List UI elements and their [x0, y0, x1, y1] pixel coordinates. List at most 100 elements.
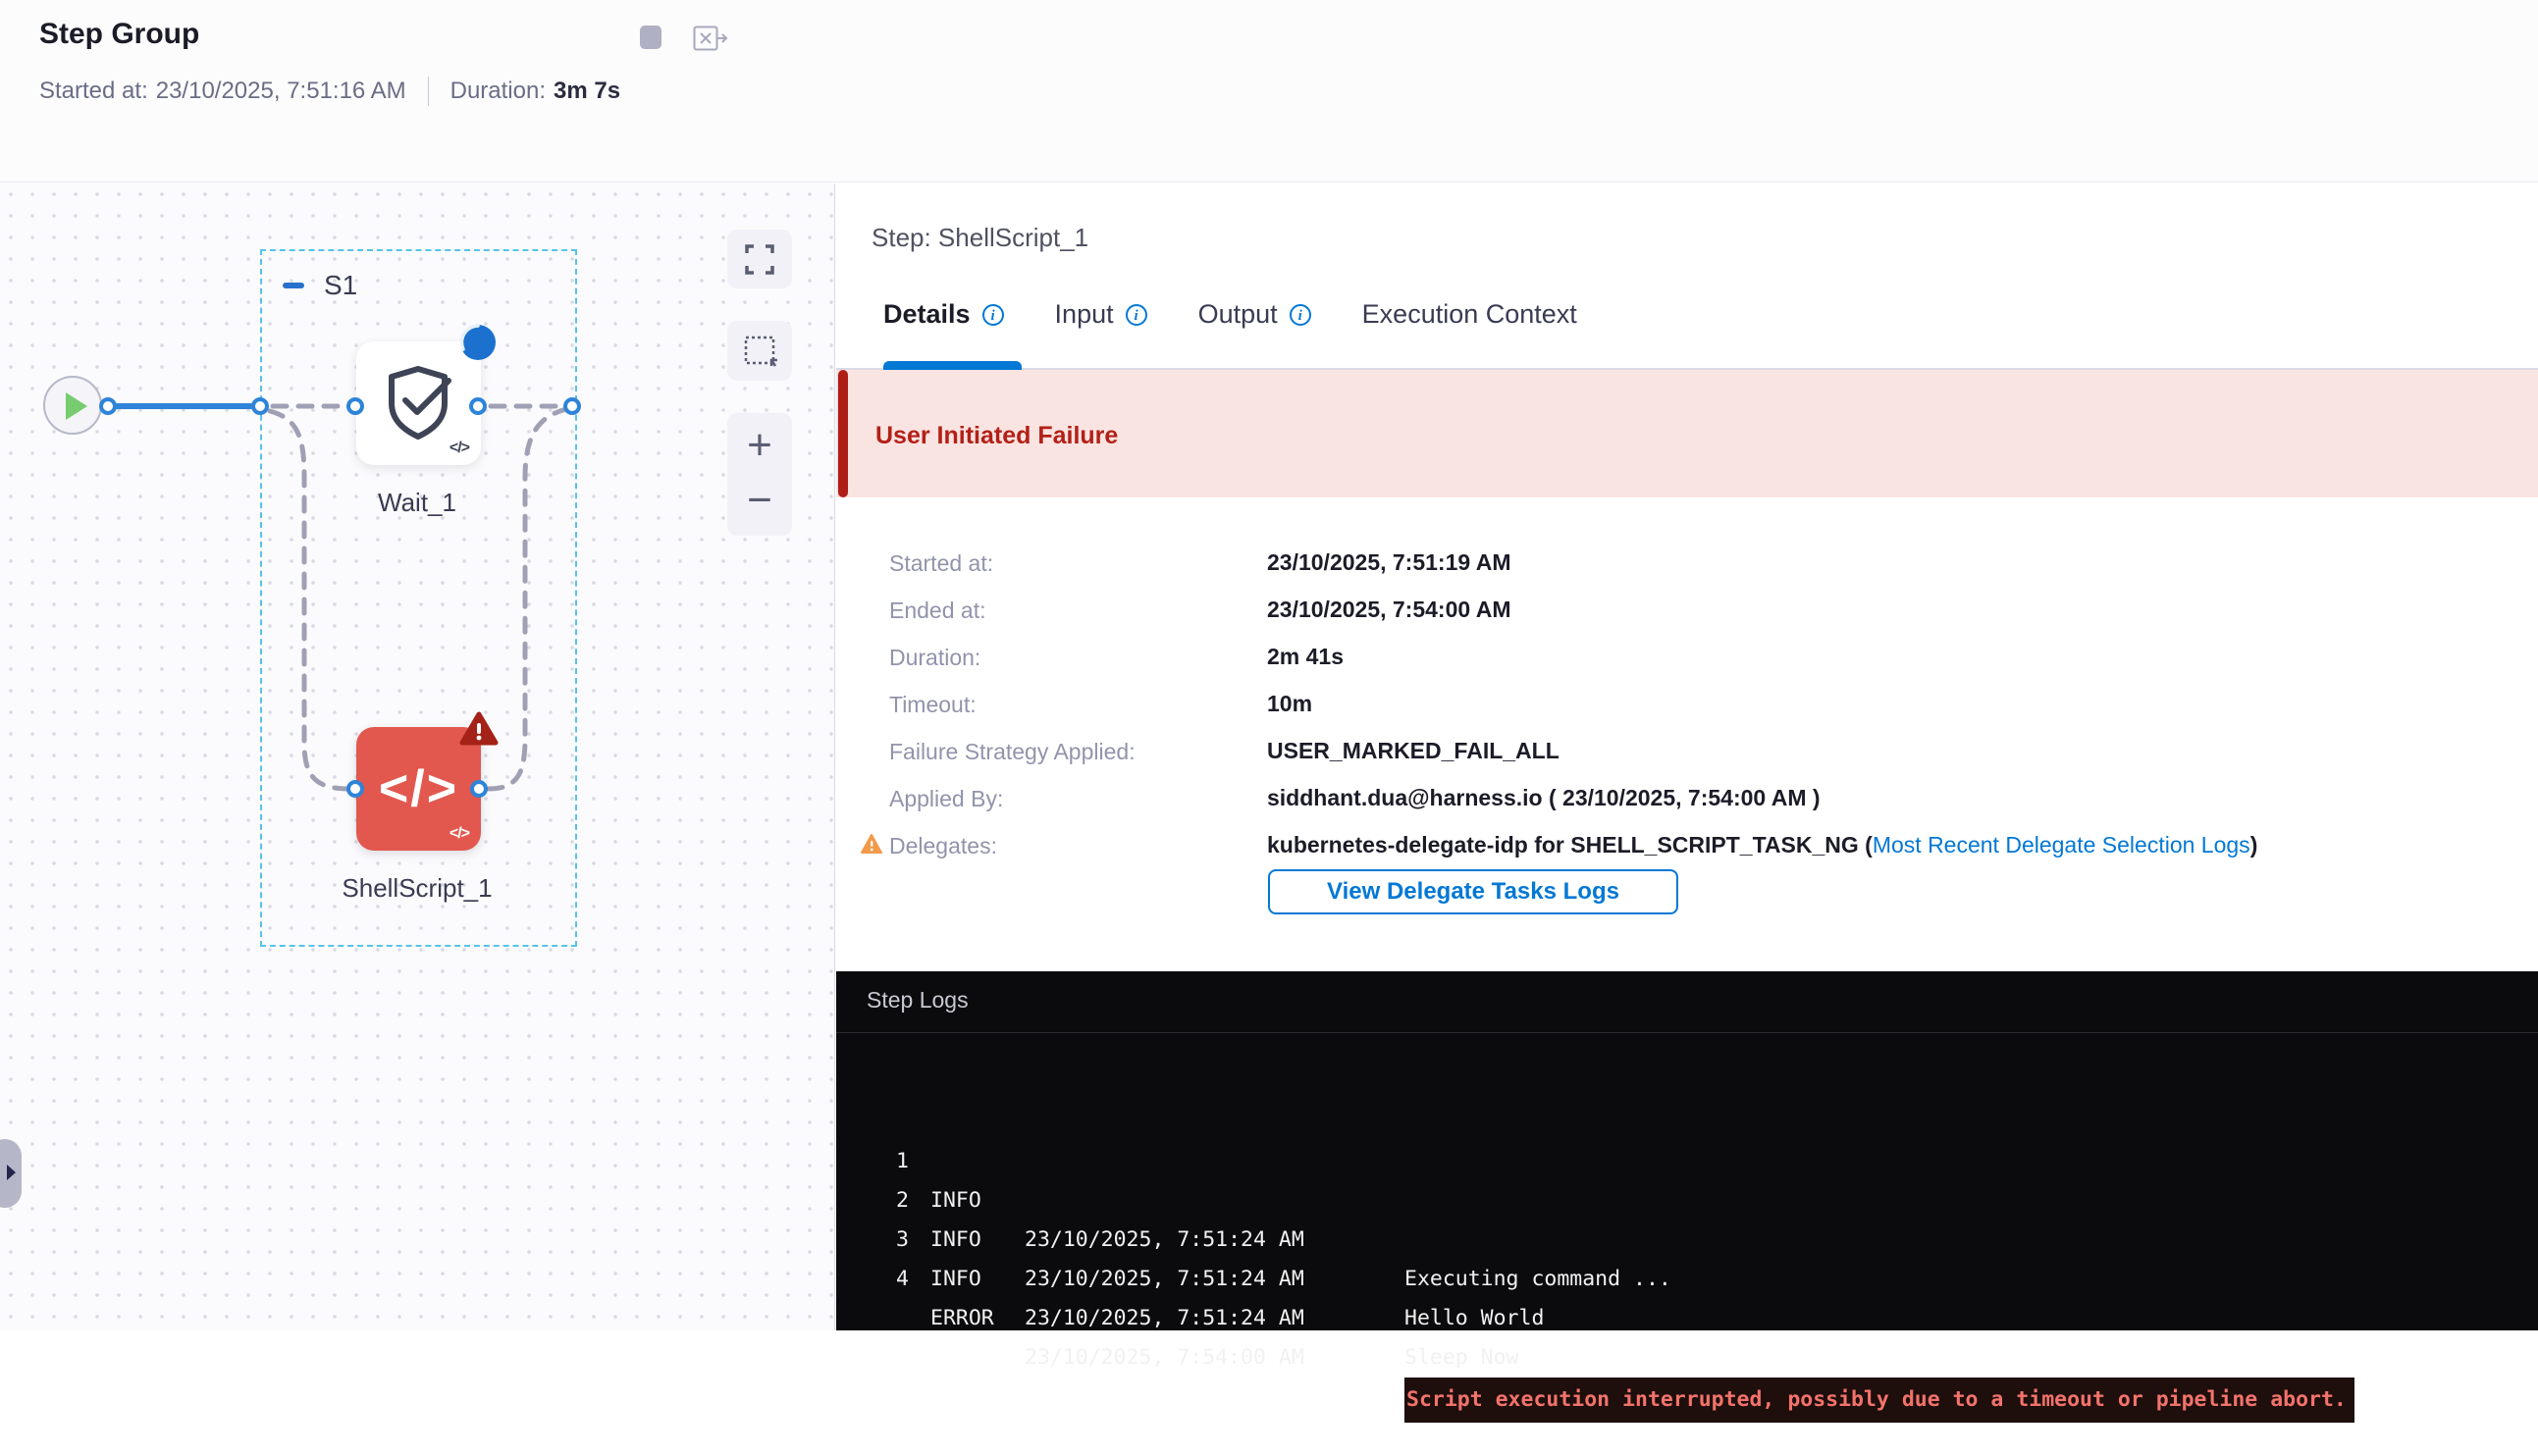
detail-row: Started at: 23/10/2025, 7:51:19 AM	[836, 539, 2538, 586]
log-timestamp: 23/10/2025, 7:51:24 AM	[1025, 1299, 1304, 1338]
detail-row: Ended at: 23/10/2025, 7:54:00 AM	[836, 586, 2538, 633]
detail-label: Applied By:	[889, 786, 1003, 812]
detail-row: Applied By: siddhant.dua@harness.io ( 23…	[836, 774, 2538, 821]
duration-label: Duration:	[450, 78, 546, 105]
detail-label: Delegates:	[889, 833, 997, 859]
stop-icon[interactable]	[640, 26, 661, 49]
step-logs-title: Step Logs	[867, 987, 969, 1014]
port-wait-in[interactable]	[346, 397, 364, 415]
detail-value-delegates: kubernetes-delegate-idp for SHELL_SCRIPT…	[1267, 832, 2257, 858]
tab-output-label: Output	[1198, 299, 1278, 330]
failure-banner-text: User Initiated Failure	[875, 422, 1118, 450]
warning-triangle-icon	[459, 711, 499, 747]
expand-icon	[727, 230, 792, 288]
tab-input[interactable]: Input i	[1055, 299, 1147, 330]
log-message: Executing command ...	[1404, 1260, 1671, 1299]
info-icon[interactable]: i	[1290, 304, 1311, 326]
exit-node-view-icon[interactable]	[693, 26, 728, 51]
duration-value: 3m 7s	[554, 78, 620, 105]
collapse-minus-icon[interactable]	[283, 283, 304, 288]
log-line: 1 INFO 23/10/2025, 7:51:24 AM Executing …	[836, 1103, 2538, 1142]
step-group-header: Step Group Started at: 23/10/2025, 7:51:…	[0, 0, 2538, 182]
log-level: INFO	[930, 1260, 981, 1299]
detail-row: Failure Strategy Applied: USER_MARKED_FA…	[836, 727, 2538, 774]
delegate-value-suffix: )	[2250, 832, 2258, 858]
detail-label: Ended at:	[889, 598, 985, 624]
detail-label: Timeout:	[889, 692, 977, 718]
detail-tabs: Details i Input i Output i Execution Con…	[883, 299, 1628, 330]
panel-toggle-button[interactable]	[0, 1139, 22, 1208]
delegate-selection-logs-link[interactable]: Most Recent Delegate Selection Logs	[1873, 832, 2250, 858]
play-icon	[66, 392, 87, 420]
zoom-controls: + −	[727, 413, 792, 536]
delegate-value-text: kubernetes-delegate-idp for SHELL_SCRIPT…	[1267, 832, 1873, 858]
detail-value: 23/10/2025, 7:51:19 AM	[1267, 549, 1510, 576]
detail-label: Duration:	[889, 645, 980, 671]
started-at-label: Started at:	[39, 78, 148, 105]
log-message: Hello World	[1404, 1299, 1544, 1338]
detail-row: Timeout: 10m	[836, 680, 2538, 727]
detail-value: 2m 41s	[1267, 644, 1344, 670]
spinner-icon	[457, 322, 499, 363]
failure-banner-accent	[838, 370, 848, 497]
step-group-s1-label: S1	[324, 270, 357, 301]
detail-value: USER_MARKED_FAIL_ALL	[1267, 738, 1560, 764]
active-tab-indicator	[883, 361, 1022, 370]
info-icon[interactable]: i	[982, 304, 1004, 326]
detail-row: Duration: 2m 41s	[836, 633, 2538, 680]
step-details-panel: Step: ShellScript_1 Details i Input i Ou…	[836, 183, 2538, 1330]
tab-output[interactable]: Output i	[1198, 299, 1311, 330]
detail-row-delegates: Delegates: kubernetes-delegate-idp for S…	[836, 821, 2538, 868]
port-group-out[interactable]	[563, 397, 581, 415]
step-logs-console: Step Logs 1 INFO 23/10/2025, 7:51:24 AM …	[836, 971, 2538, 1330]
fullscreen-button[interactable]	[727, 230, 792, 288]
tab-input-label: Input	[1055, 299, 1114, 330]
log-line: 2 INFO 23/10/2025, 7:51:24 AM Hello Worl…	[836, 1142, 2538, 1181]
log-line-error: 4 ERROR 23/10/2025, 7:54:00 AM Script ex…	[836, 1221, 2538, 1260]
started-at-value: 23/10/2025, 7:51:16 AM	[156, 78, 406, 105]
log-body[interactable]: 1 INFO 23/10/2025, 7:51:24 AM Executing …	[836, 1032, 2538, 1330]
marquee-select-button[interactable]	[727, 321, 792, 381]
log-level: ERROR	[930, 1299, 994, 1338]
log-timestamp: 23/10/2025, 7:51:24 AM	[1025, 1260, 1304, 1299]
start-node[interactable]	[43, 376, 102, 435]
marquee-select-icon	[727, 321, 792, 381]
view-delegate-tasks-logs-button[interactable]: View Delegate Tasks Logs	[1268, 869, 1678, 914]
node-shellscript-1-label: ShellScript_1	[290, 873, 545, 904]
port-shell-in[interactable]	[346, 780, 364, 798]
warning-icon	[860, 833, 883, 855]
port-start-out[interactable]	[99, 397, 117, 415]
node-wait-1-label: Wait_1	[290, 488, 545, 518]
port-shell-out[interactable]	[470, 780, 488, 798]
details-list: Started at: 23/10/2025, 7:51:19 AM Ended…	[836, 539, 2538, 868]
tab-details-label: Details	[883, 299, 971, 330]
step-group-s1: S1	[283, 270, 357, 301]
code-icon: </>	[449, 440, 469, 457]
detail-value: 23/10/2025, 7:54:00 AM	[1267, 597, 1510, 623]
zoom-in-button[interactable]: +	[727, 419, 792, 472]
tab-execution-context[interactable]: Execution Context	[1362, 299, 1577, 330]
detail-label: Started at:	[889, 550, 993, 577]
tab-execution-context-label: Execution Context	[1362, 299, 1577, 330]
info-icon[interactable]: i	[1126, 304, 1147, 326]
panel-toggle-arrow-icon	[7, 1165, 16, 1180]
detail-value: 10m	[1267, 691, 1312, 717]
log-message-error: Script execution interrupted, possibly d…	[1404, 1378, 2354, 1423]
failure-banner: User Initiated Failure	[836, 370, 2538, 497]
page-title: Step Group	[39, 18, 199, 51]
detail-value: siddhant.dua@harness.io ( 23/10/2025, 7:…	[1267, 785, 1821, 811]
port-wait-out[interactable]	[469, 397, 487, 415]
step-title: Step: ShellScript_1	[872, 223, 1088, 253]
port-group-in[interactable]	[251, 397, 269, 415]
zoom-out-button[interactable]: −	[727, 474, 792, 527]
pipeline-graph-canvas[interactable]: S1 </> Wait_1 </> </> ShellScript_1	[0, 183, 835, 1330]
header-meta: Started at: 23/10/2025, 7:51:16 AM Durat…	[39, 77, 620, 106]
log-message: Sleep Now	[1404, 1338, 1519, 1378]
tab-details[interactable]: Details i	[883, 299, 1004, 330]
code-icon: </>	[449, 825, 469, 843]
log-line-number: 4	[887, 1260, 909, 1299]
detail-label: Failure Strategy Applied:	[889, 739, 1136, 765]
log-timestamp: 23/10/2025, 7:54:00 AM	[1025, 1338, 1304, 1378]
log-line: 3 INFO 23/10/2025, 7:51:24 AM Sleep Now	[836, 1181, 2538, 1221]
meta-divider	[428, 77, 429, 106]
